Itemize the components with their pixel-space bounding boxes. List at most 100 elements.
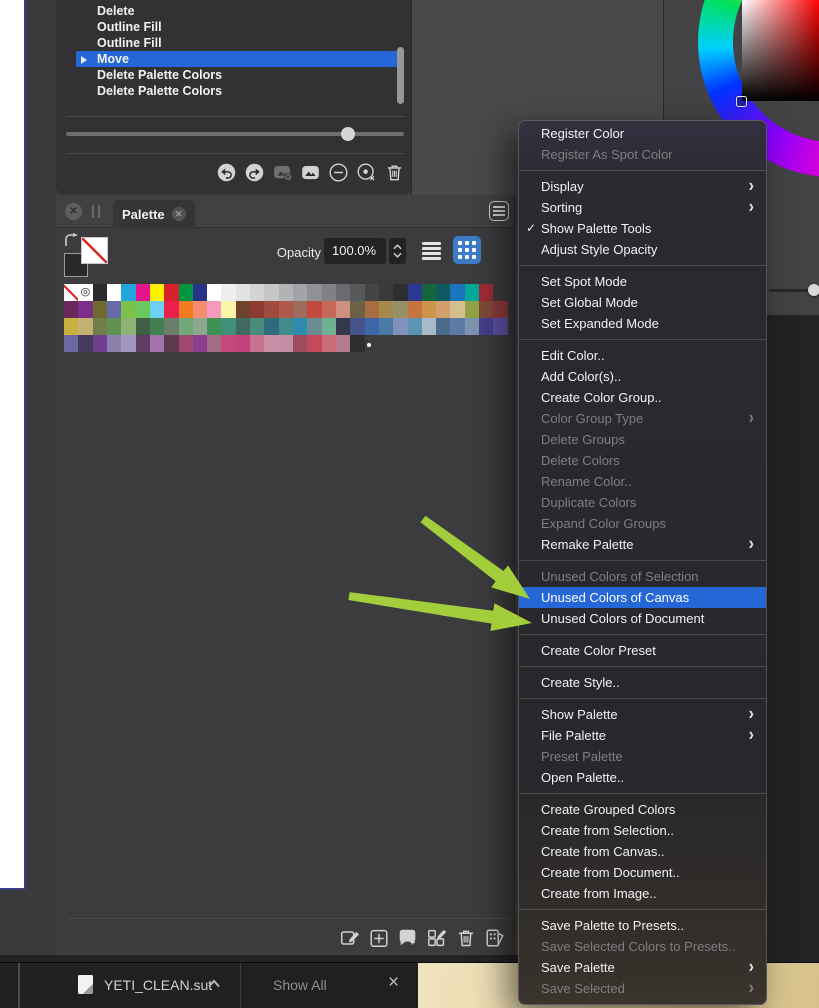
color-swatch[interactable]	[121, 301, 135, 318]
color-swatch[interactable]	[236, 318, 250, 335]
color-swatch[interactable]	[479, 301, 493, 318]
history-item[interactable]: Delete	[56, 3, 411, 19]
color-swatch[interactable]	[207, 301, 221, 318]
show-all-button[interactable]: Show All	[273, 977, 327, 993]
color-swatch[interactable]	[93, 301, 107, 318]
color-swatch[interactable]	[450, 284, 464, 301]
color-swatch[interactable]	[493, 318, 507, 335]
color-swatch[interactable]	[350, 318, 364, 335]
color-swatch[interactable]	[465, 301, 479, 318]
history-item[interactable]: Delete Palette Colors	[56, 83, 411, 99]
color-swatch[interactable]	[221, 335, 235, 352]
swatch-registration[interactable]: ◎	[78, 284, 92, 301]
menu-item-create-grouped-colors[interactable]: Create Grouped Colors	[519, 799, 766, 820]
color-swatch[interactable]	[179, 301, 193, 318]
menu-item-unused-colors-of-document[interactable]: Unused Colors of Document	[519, 608, 766, 629]
menu-item-create-color-preset[interactable]: Create Color Preset	[519, 640, 766, 661]
menu-item-add-color-s[interactable]: Add Color(s)..	[519, 366, 766, 387]
add-snapshot-icon[interactable]	[300, 162, 321, 183]
color-swatch[interactable]	[379, 318, 393, 335]
color-swatch[interactable]	[236, 335, 250, 352]
menu-item-sorting[interactable]: Sorting›	[519, 197, 766, 218]
color-swatch[interactable]	[307, 335, 321, 352]
color-swatch[interactable]	[93, 335, 107, 352]
chevron-up-icon[interactable]	[207, 979, 221, 988]
color-swatch[interactable]	[422, 318, 436, 335]
undo-icon[interactable]	[216, 162, 237, 183]
color-swatch[interactable]	[365, 301, 379, 318]
color-swatch[interactable]	[164, 284, 178, 301]
history-item[interactable]: Outline Fill	[56, 35, 411, 51]
history-item[interactable]: Move	[76, 51, 399, 67]
color-swatch[interactable]	[136, 335, 150, 352]
edit-group-icon[interactable]	[426, 927, 448, 949]
color-swatch[interactable]	[293, 335, 307, 352]
color-swatch[interactable]	[307, 318, 321, 335]
color-swatch[interactable]	[250, 335, 264, 352]
menu-item-save-palette[interactable]: Save Palette›	[519, 957, 766, 978]
color-swatch[interactable]	[107, 335, 121, 352]
menu-item-set-global-mode[interactable]: Set Global Mode	[519, 292, 766, 313]
menu-item-set-expanded-mode[interactable]: Set Expanded Mode	[519, 313, 766, 334]
history-slider-knob[interactable]	[341, 127, 355, 141]
color-swatch[interactable]	[221, 284, 235, 301]
menu-item-create-from-document[interactable]: Create from Document..	[519, 862, 766, 883]
color-swatch[interactable]	[436, 301, 450, 318]
color-swatch[interactable]	[250, 301, 264, 318]
color-swatch[interactable]	[179, 284, 193, 301]
color-swatch[interactable]	[107, 284, 121, 301]
color-swatch[interactable]	[93, 318, 107, 335]
color-swatch[interactable]	[207, 318, 221, 335]
history-zoom-slider[interactable]	[66, 132, 404, 136]
color-swatch[interactable]	[365, 284, 379, 301]
color-swatch[interactable]	[150, 284, 164, 301]
color-swatch[interactable]	[336, 301, 350, 318]
color-swatch[interactable]	[164, 335, 178, 352]
history-scrollbar[interactable]	[397, 47, 404, 104]
trash-icon[interactable]	[384, 162, 405, 183]
color-swatch[interactable]	[93, 284, 107, 301]
color-swatch[interactable]	[436, 318, 450, 335]
saturation-value-box[interactable]	[742, 0, 819, 101]
opacity-stepper[interactable]	[389, 238, 406, 264]
color-swatch[interactable]	[250, 284, 264, 301]
color-swatch[interactable]	[393, 284, 407, 301]
color-swatch[interactable]	[450, 318, 464, 335]
color-swatch[interactable]	[207, 335, 221, 352]
color-swatch[interactable]	[350, 335, 364, 352]
color-swatch[interactable]	[107, 301, 121, 318]
color-swatch[interactable]	[121, 284, 135, 301]
close-icon[interactable]: ×	[388, 972, 399, 994]
color-swatch[interactable]	[408, 301, 422, 318]
color-swatch[interactable]	[221, 301, 235, 318]
panel-drag-handle[interactable]	[92, 205, 100, 218]
color-swatch[interactable]	[78, 301, 92, 318]
grid-view-button[interactable]	[453, 236, 481, 264]
history-item[interactable]: Outline Fill	[56, 19, 411, 35]
menu-item-set-spot-mode[interactable]: Set Spot Mode	[519, 271, 766, 292]
menu-item-unused-colors-of-canvas[interactable]: Unused Colors of Canvas	[519, 587, 766, 608]
color-swatch[interactable]	[322, 284, 336, 301]
document-tab-name[interactable]: YETI_CLEAN.sut	[104, 977, 212, 993]
color-swatch[interactable]	[179, 318, 193, 335]
color-swatch[interactable]	[107, 318, 121, 335]
color-swatch[interactable]	[322, 335, 336, 352]
color-swatch[interactable]	[221, 318, 235, 335]
color-swatch[interactable]	[279, 335, 293, 352]
color-picker-handle[interactable]	[736, 96, 747, 107]
color-swatch[interactable]	[450, 301, 464, 318]
menu-item-register-color[interactable]: Register Color	[519, 123, 766, 144]
menu-item-display[interactable]: Display›	[519, 176, 766, 197]
color-swatch[interactable]	[365, 318, 379, 335]
palette-book-icon[interactable]	[484, 927, 506, 949]
menu-item-create-from-image[interactable]: Create from Image..	[519, 883, 766, 904]
color-swatch[interactable]	[64, 335, 78, 352]
history-item[interactable]: Delete Palette Colors	[56, 67, 411, 83]
color-swatch[interactable]	[293, 301, 307, 318]
color-swatch[interactable]	[179, 335, 193, 352]
color-swatch[interactable]	[422, 301, 436, 318]
color-swatch[interactable]	[236, 301, 250, 318]
color-swatch[interactable]	[379, 301, 393, 318]
fill-none-indicator[interactable]	[64, 233, 110, 277]
color-swatch[interactable]	[136, 301, 150, 318]
